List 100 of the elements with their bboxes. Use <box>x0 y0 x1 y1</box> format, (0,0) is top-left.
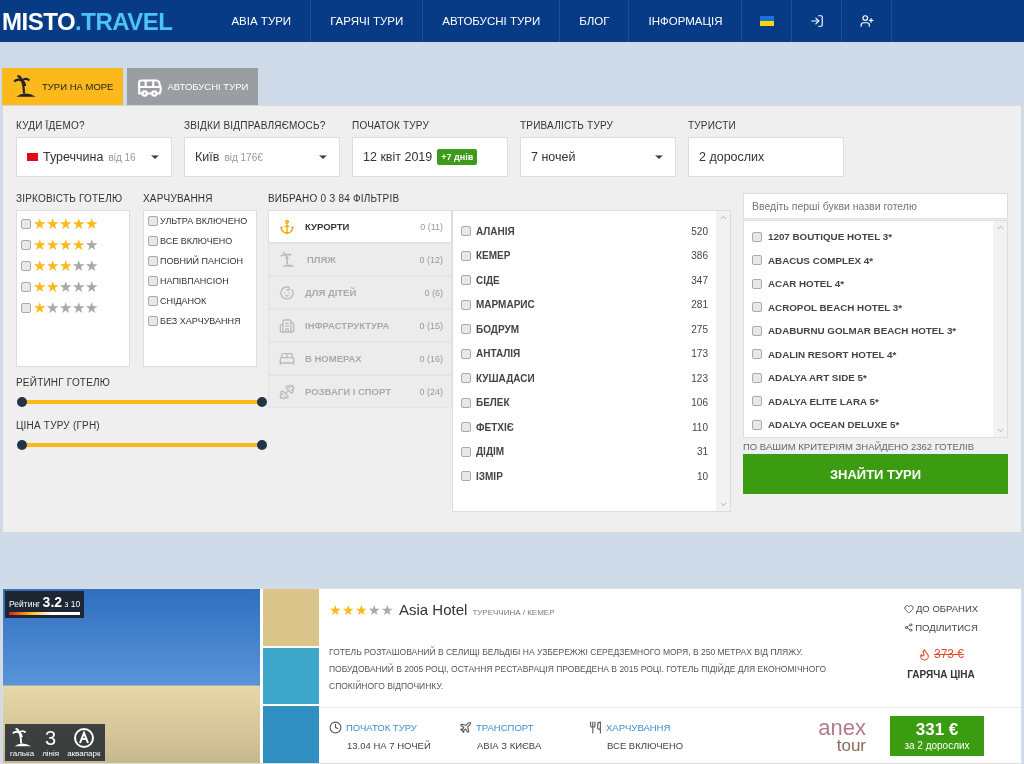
resort-name: СІДЕ <box>476 274 501 286</box>
hotel-name: ADABURNU GOLMAR BEACH HOTEL 3* <box>768 325 957 337</box>
select-field[interactable]: Туреччина від 16 <box>16 137 172 177</box>
meal-option: ПОВНИЙ ПАНСІОН <box>160 256 243 266</box>
room-icon <box>279 350 295 367</box>
checkbox[interactable] <box>21 302 31 313</box>
nav-link[interactable]: АВІА ТУРИ <box>212 0 312 42</box>
detail-label[interactable]: ТРАНСПОРТ <box>476 721 534 733</box>
checkbox[interactable] <box>21 218 31 229</box>
input-field[interactable]: 12 квіт 2019 +7 днів <box>352 137 508 177</box>
detail-value: АВІА З КИЄВА <box>476 739 543 751</box>
resort-count: 520 <box>691 225 708 237</box>
heart-icon <box>903 603 914 614</box>
checkbox[interactable] <box>461 348 471 359</box>
select-field[interactable]: 7 ночей <box>520 137 676 177</box>
checkbox[interactable] <box>752 255 762 266</box>
scrollbar[interactable] <box>993 221 1007 437</box>
resort-count: 173 <box>691 348 708 360</box>
feature-label: лінія <box>42 749 60 758</box>
checkbox[interactable] <box>21 239 31 250</box>
search-tab[interactable]: ТУРИ НА МОРЕ <box>2 68 124 105</box>
checkbox[interactable] <box>461 226 471 237</box>
resort-name: БОДРУМ <box>476 323 521 335</box>
checkbox[interactable] <box>148 256 158 266</box>
resort-count: 10 <box>696 470 708 482</box>
checkbox[interactable] <box>752 419 762 430</box>
scroll-down-icon[interactable] <box>718 500 728 509</box>
hotel-name: ADALYA ELITE LARA 5* <box>768 395 879 407</box>
favorite-link[interactable]: ДО ОБРАНИХ <box>903 603 979 614</box>
checkbox[interactable] <box>461 471 471 482</box>
checkbox[interactable] <box>752 349 762 360</box>
checkbox[interactable] <box>461 373 471 384</box>
checkbox[interactable] <box>752 278 762 289</box>
user-plus-icon <box>860 14 874 28</box>
checkbox[interactable] <box>461 299 471 310</box>
resort-name: БЕЛЕК <box>476 397 511 409</box>
hotel-name: ADALYA OCEAN DELUXE 5* <box>768 419 900 431</box>
checkbox[interactable] <box>752 302 762 313</box>
scroll-up-icon[interactable] <box>995 223 1005 232</box>
checkbox[interactable] <box>461 324 471 335</box>
select-field[interactable]: Київ від 176€ <box>184 137 340 177</box>
checkbox[interactable] <box>461 422 471 433</box>
resort-name: КЕМЕР <box>476 250 512 262</box>
detail-label[interactable]: ХАРЧУВАННЯ <box>606 721 671 733</box>
old-price: 373 € <box>934 647 964 661</box>
checkbox[interactable] <box>461 250 471 261</box>
checkbox[interactable] <box>148 216 158 226</box>
checkbox[interactable] <box>148 276 158 286</box>
detail-label[interactable]: ПОЧАТОК ТУРУ <box>346 721 417 733</box>
meal-option: УЛЬТРА ВКЛЮЧЕНО <box>160 216 248 226</box>
checkbox[interactable] <box>752 396 762 407</box>
nav-link[interactable]: ІНФОРМАЦІЯ <box>629 0 743 42</box>
nav-link[interactable]: БЛОГ <box>560 0 630 42</box>
filter-category-tab[interactable]: КУРОРТИ 0 (11) <box>268 210 452 243</box>
checkbox[interactable] <box>21 260 31 271</box>
clock-icon <box>329 720 342 734</box>
share-icon <box>904 623 914 632</box>
checkbox[interactable] <box>752 325 762 336</box>
price-button[interactable]: 331 € за 2 дорослих <box>890 715 984 756</box>
hotel-title[interactable]: Asia Hotel <box>399 601 468 618</box>
checkbox[interactable] <box>752 372 762 383</box>
resort-name: АНТАЛІЯ <box>476 348 522 360</box>
find-tours-button[interactable]: ЗНАЙТИ ТУРИ <box>743 454 1008 494</box>
plane-icon <box>459 720 472 734</box>
anchor-icon <box>279 218 295 235</box>
site-logo[interactable]: MISTO.TRAVEL <box>0 0 213 42</box>
input-field[interactable]: 2 дорослих <box>688 137 844 177</box>
results-count: ПО ВАШИМ КРИТЕРІЯМ ЗНАЙДЕНО 2362 ГОТЕЛІВ <box>743 441 976 452</box>
checkbox[interactable] <box>461 275 471 286</box>
star-rating: ★★★★★ <box>33 258 98 273</box>
resort-name: МАРМАРИС <box>476 299 536 311</box>
flag-icon <box>760 16 774 26</box>
slider-handle[interactable] <box>17 440 27 450</box>
checkbox[interactable] <box>461 397 471 408</box>
share-link[interactable]: ПОДІЛИТИСЯ <box>904 622 978 633</box>
rating-badge: Рейтинг 3.2 з 10 <box>5 591 85 618</box>
detail-value: ВСЕ ВКЛЮЧЕНО <box>606 739 685 751</box>
slider-handle[interactable] <box>257 397 267 407</box>
checkbox[interactable] <box>148 316 158 326</box>
checkbox[interactable] <box>461 446 471 457</box>
checkbox[interactable] <box>148 236 158 246</box>
slider-handle[interactable] <box>257 440 267 450</box>
field-label: КУДИ ЇДЕМО? <box>16 120 86 131</box>
checkbox[interactable] <box>752 231 762 242</box>
checkbox[interactable] <box>21 281 31 292</box>
nav-link[interactable]: ГАРЯЧІ ТУРИ <box>311 0 424 42</box>
flame-icon <box>918 647 931 661</box>
hotel-search-field[interactable]: Введіть перші букви назви готелю <box>743 193 1008 219</box>
meal-option: СНІДАНОК <box>160 296 207 306</box>
star-rating: ★★★★★ <box>33 300 98 315</box>
resort-count: 386 <box>691 250 708 262</box>
photo-placeholder[interactable] <box>263 647 319 705</box>
scroll-down-icon[interactable] <box>995 426 1005 435</box>
field-label: ТУРИСТИ <box>688 120 737 131</box>
scrollbar[interactable] <box>716 211 730 511</box>
checkbox[interactable] <box>148 296 158 306</box>
slider-handle[interactable] <box>17 397 27 407</box>
nav-link[interactable]: АВТОБУСНІ ТУРИ <box>423 0 561 42</box>
scroll-up-icon[interactable] <box>718 213 728 222</box>
resort-name: ФЕТХІЄ <box>476 421 515 433</box>
